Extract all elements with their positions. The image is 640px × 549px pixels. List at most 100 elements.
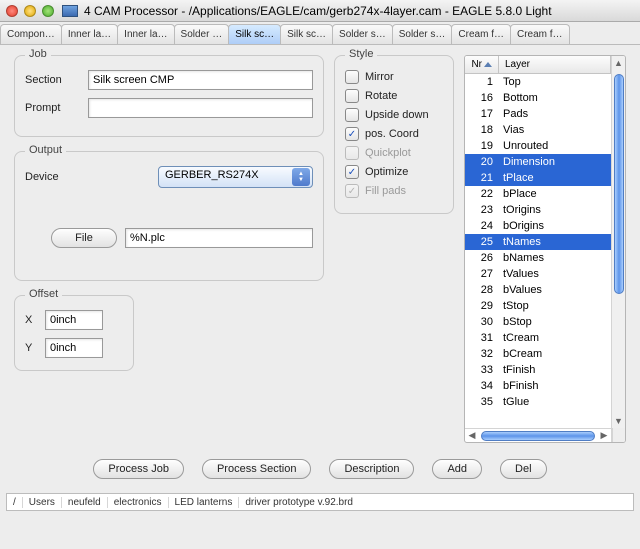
tab-1[interactable]: Inner la…: [61, 24, 118, 44]
breadcrumb-segment[interactable]: electronics: [108, 497, 169, 508]
process-job-button[interactable]: Process Job: [93, 459, 184, 479]
layer-row[interactable]: 31tCream: [465, 330, 611, 346]
layers-header-layer[interactable]: Layer: [499, 56, 611, 73]
checkbox-icon[interactable]: ✓: [345, 127, 359, 141]
layer-name: tNames: [499, 234, 611, 250]
layer-row[interactable]: 21tPlace: [465, 170, 611, 186]
layer-row[interactable]: 23tOrigins: [465, 202, 611, 218]
layer-nr: 34: [465, 378, 499, 394]
scroll-down-icon[interactable]: ▼: [614, 416, 623, 426]
add-button[interactable]: Add: [432, 459, 482, 479]
layers-header[interactable]: Nr Layer: [465, 56, 611, 74]
layer-row[interactable]: 29tStop: [465, 298, 611, 314]
zoom-icon[interactable]: [42, 5, 54, 17]
layer-nr: 23: [465, 202, 499, 218]
hscroll-thumb[interactable]: [481, 431, 595, 441]
breadcrumb-segment[interactable]: LED lanterns: [169, 497, 240, 508]
layer-row[interactable]: 20Dimension: [465, 154, 611, 170]
layer-row[interactable]: 16Bottom: [465, 90, 611, 106]
checkbox-icon[interactable]: [345, 108, 359, 122]
layer-row[interactable]: 18Vias: [465, 122, 611, 138]
layer-name: tFinish: [499, 362, 611, 378]
style-option-rotate[interactable]: Rotate: [345, 89, 443, 103]
layer-row[interactable]: 17Pads: [465, 106, 611, 122]
horizontal-scrollbar[interactable]: ◀ ▶: [465, 428, 611, 442]
layer-name: bCream: [499, 346, 611, 362]
style-option-pos-coord[interactable]: ✓pos. Coord: [345, 127, 443, 141]
scroll-up-icon[interactable]: ▲: [614, 58, 623, 68]
breadcrumb[interactable]: /UsersneufeldelectronicsLED lanternsdriv…: [6, 493, 634, 511]
offset-y-label: Y: [25, 342, 37, 354]
layer-nr: 21: [465, 170, 499, 186]
close-icon[interactable]: [6, 5, 18, 17]
layer-row[interactable]: 22bPlace: [465, 186, 611, 202]
offset-y-input[interactable]: [45, 338, 103, 358]
layer-row[interactable]: 34bFinish: [465, 378, 611, 394]
tab-2[interactable]: Inner la…: [117, 24, 174, 44]
layers-header-nr[interactable]: Nr: [465, 56, 499, 73]
layer-row[interactable]: 35tGlue: [465, 394, 611, 410]
style-option-optimize[interactable]: ✓ Optimize: [345, 165, 443, 179]
layer-nr: 25: [465, 234, 499, 250]
layer-row[interactable]: 25tNames: [465, 234, 611, 250]
layer-nr: 28: [465, 282, 499, 298]
section-input[interactable]: [88, 70, 313, 90]
tab-0[interactable]: Compon…: [0, 24, 62, 44]
layer-row[interactable]: 19Unrouted: [465, 138, 611, 154]
device-select[interactable]: GERBER_RS274X ▲▼: [158, 166, 313, 188]
output-group: Output Device GERBER_RS274X ▲▼ File: [14, 151, 324, 281]
layer-name: bPlace: [499, 186, 611, 202]
tab-6[interactable]: Solder s…: [332, 24, 393, 44]
description-button[interactable]: Description: [329, 459, 414, 479]
layer-name: tCream: [499, 330, 611, 346]
scroll-right-icon[interactable]: ▶: [597, 430, 611, 441]
layer-name: Top: [499, 74, 611, 90]
minimize-icon[interactable]: [24, 5, 36, 17]
prompt-input[interactable]: [88, 98, 313, 118]
layer-row[interactable]: 26bNames: [465, 250, 611, 266]
layers-list: Nr Layer 1Top16Bottom17Pads18Vias19Unrou…: [464, 55, 626, 443]
layer-row[interactable]: 27tValues: [465, 266, 611, 282]
style-option-mirror[interactable]: Mirror: [345, 70, 443, 84]
layer-row[interactable]: 32bCream: [465, 346, 611, 362]
file-input[interactable]: [125, 228, 313, 248]
layer-name: tValues: [499, 266, 611, 282]
tab-4[interactable]: Silk sc…: [228, 24, 281, 44]
tab-7[interactable]: Solder s…: [392, 24, 453, 44]
layer-nr: 22: [465, 186, 499, 202]
layer-row[interactable]: 28bValues: [465, 282, 611, 298]
style-option-label: Optimize: [365, 166, 408, 178]
tab-9[interactable]: Cream f…: [510, 24, 570, 44]
layer-row[interactable]: 33tFinish: [465, 362, 611, 378]
offset-group-title: Offset: [25, 288, 62, 300]
layer-row[interactable]: 30bStop: [465, 314, 611, 330]
breadcrumb-segment[interactable]: neufeld: [62, 497, 108, 508]
style-group: Style MirrorRotateUpside down✓pos. Coord…: [334, 55, 454, 214]
layer-name: bNames: [499, 250, 611, 266]
layer-nr: 35: [465, 394, 499, 410]
breadcrumb-segment[interactable]: Users: [23, 497, 62, 508]
checkbox-icon[interactable]: [345, 70, 359, 84]
breadcrumb-root[interactable]: /: [7, 497, 23, 508]
breadcrumb-segment[interactable]: driver prototype v.92.brd: [239, 497, 359, 508]
tab-3[interactable]: Solder …: [174, 24, 230, 44]
tab-8[interactable]: Cream f…: [451, 24, 511, 44]
checkbox-icon[interactable]: [345, 89, 359, 103]
bottom-button-row: Process Job Process Section Description …: [0, 449, 640, 489]
window-controls: [6, 5, 54, 17]
file-button[interactable]: File: [51, 228, 117, 248]
device-label: Device: [25, 171, 80, 183]
layer-name: bFinish: [499, 378, 611, 394]
del-button[interactable]: Del: [500, 459, 547, 479]
layer-row[interactable]: 1Top: [465, 74, 611, 90]
style-option-upside-down[interactable]: Upside down: [345, 108, 443, 122]
offset-x-input[interactable]: [45, 310, 103, 330]
process-section-button[interactable]: Process Section: [202, 459, 311, 479]
checkbox-icon[interactable]: ✓: [345, 165, 359, 179]
vscroll-thumb[interactable]: [614, 74, 624, 294]
scroll-left-icon[interactable]: ◀: [465, 430, 479, 441]
layer-row[interactable]: 24bOrigins: [465, 218, 611, 234]
style-option-quickplot: Quickplot: [345, 146, 443, 160]
vertical-scrollbar[interactable]: ▲ ▼: [611, 56, 625, 442]
tab-5[interactable]: Silk sc…: [280, 24, 333, 44]
